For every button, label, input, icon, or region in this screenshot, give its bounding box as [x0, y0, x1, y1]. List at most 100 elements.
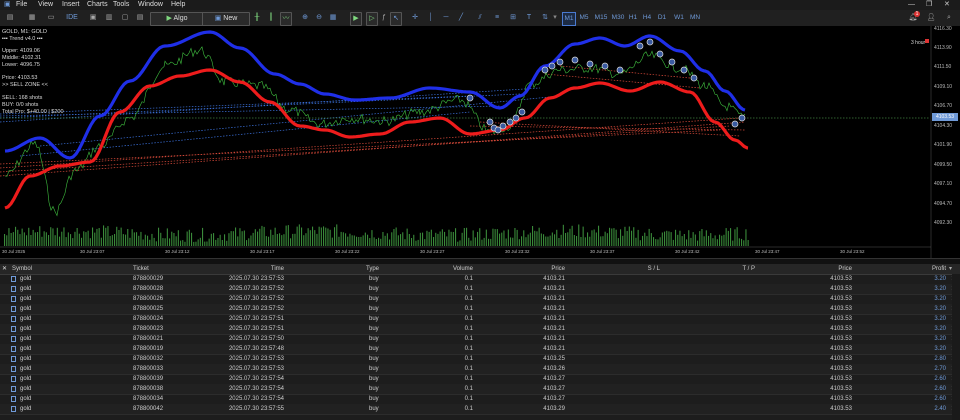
header-type[interactable]: Type	[366, 264, 379, 274]
trade-marker[interactable]	[556, 58, 564, 66]
autoscroll-icon[interactable]: ▶	[350, 12, 362, 26]
volume-bar	[177, 230, 179, 246]
menu-file[interactable]: File	[16, 0, 27, 10]
close-icon[interactable]: ✕	[944, 0, 950, 10]
volume-bar	[507, 229, 509, 246]
trade-marker[interactable]	[616, 66, 624, 74]
header-tp[interactable]: T / P	[715, 264, 755, 274]
menu-insert[interactable]: Insert	[62, 0, 80, 10]
table-row[interactable]: gold 878800042 2025.07.30 23:57:55 buy 0.1 41…	[0, 404, 960, 415]
header-ticket[interactable]: Ticket	[133, 264, 149, 274]
sort-desc-icon[interactable]: ▾	[949, 264, 952, 274]
header-profit[interactable]: Profit	[900, 264, 946, 274]
candlestick-icon[interactable]: ┃	[266, 12, 276, 24]
indicators-icon[interactable]: ƒ	[380, 12, 388, 24]
timeframe-mn[interactable]: MN	[689, 12, 701, 24]
ide-icon[interactable]: IDE	[66, 12, 78, 24]
volume-bar	[441, 229, 443, 246]
trade-marker[interactable]	[586, 60, 594, 68]
menu-tools[interactable]: Tools	[113, 0, 129, 10]
algo-trading-button[interactable]: ▶ Algo Trading	[150, 12, 204, 34]
cell-open-price: 4103.26	[543, 366, 565, 372]
chevron-down-icon[interactable]: ▾	[552, 12, 558, 24]
new-order-button[interactable]: ▣ New Order	[202, 12, 250, 34]
cursor-icon[interactable]: ↖	[390, 12, 402, 26]
price-tick: 4113.90	[934, 45, 952, 51]
timeframe-m15[interactable]: M15	[594, 12, 608, 24]
menu-charts[interactable]: Charts	[87, 0, 108, 10]
trendline-icon[interactable]: ╱	[456, 12, 466, 24]
trade-marker[interactable]	[506, 118, 514, 126]
trade-marker[interactable]	[512, 114, 520, 122]
app-icon: ▣	[4, 1, 11, 8]
volume-bar	[668, 231, 670, 246]
timeframe-h4[interactable]: H4	[642, 12, 652, 24]
header-sl[interactable]: S / L	[620, 264, 660, 274]
header-price[interactable]: Price	[520, 264, 565, 274]
grid-icon[interactable]: ▦	[328, 12, 338, 24]
menu-window[interactable]: Window	[138, 0, 163, 10]
volume-bar	[510, 237, 512, 246]
trade-marker[interactable]	[494, 126, 502, 134]
trade-marker[interactable]	[656, 50, 664, 58]
header-current-price[interactable]: Price	[810, 264, 852, 274]
line-chart-icon[interactable]: 〰	[280, 12, 292, 26]
trade-marker[interactable]	[571, 56, 579, 64]
trade-marker[interactable]	[738, 114, 746, 122]
middle-value: Middle: 4102.31	[2, 55, 42, 61]
text-icon[interactable]: T	[524, 12, 534, 24]
timeframe-m1[interactable]: M1	[562, 12, 576, 26]
trade-marker[interactable]	[548, 62, 556, 70]
timeframe-h1[interactable]: H1	[628, 12, 638, 24]
timeframe-d1[interactable]: D1	[657, 12, 667, 24]
trade-marker[interactable]	[486, 118, 494, 126]
header-symbol[interactable]: Symbol	[12, 264, 32, 274]
header-time[interactable]: Time	[230, 264, 284, 274]
folder-icon[interactable]: ▣	[88, 12, 98, 24]
trade-marker[interactable]	[466, 94, 474, 102]
trade-marker[interactable]	[636, 42, 644, 50]
menu-view[interactable]: View	[38, 0, 53, 10]
cell-open-price: 4103.21	[543, 336, 565, 342]
vertical-line-icon[interactable]: │	[426, 12, 436, 24]
shapes-icon[interactable]: ⊞	[508, 12, 518, 24]
profiles-icon[interactable]: ▦	[24, 12, 40, 24]
zoom-out-icon[interactable]: ⊖	[314, 12, 324, 24]
price-chart[interactable]: GOLD, M1: GOLD ▪▪▪ Trend v4.0 ▪▪▪ Upper:…	[0, 26, 960, 258]
minimize-icon[interactable]: —	[908, 0, 915, 10]
navigator-icon[interactable]: ▢	[120, 12, 130, 24]
trade-marker[interactable]	[499, 122, 507, 130]
trade-marker[interactable]	[646, 38, 654, 46]
trade-marker[interactable]	[731, 120, 739, 128]
table-scrollbar[interactable]	[952, 274, 960, 420]
trade-marker[interactable]	[541, 66, 549, 74]
horizontal-line-icon[interactable]: ─	[441, 12, 451, 24]
restore-icon[interactable]: ❐	[926, 0, 932, 10]
trade-marker[interactable]	[518, 108, 526, 116]
crosshair-icon[interactable]: ✛	[410, 12, 420, 24]
arrows-icon[interactable]: ⇅	[540, 12, 550, 24]
trade-marker[interactable]	[680, 66, 688, 74]
toolbox-close-icon[interactable]: ✕	[2, 264, 7, 274]
bar-chart-icon[interactable]: ╫	[252, 12, 262, 24]
volume-bar	[527, 234, 529, 246]
trade-marker[interactable]	[601, 62, 609, 70]
fibonacci-icon[interactable]: ≡	[492, 12, 502, 24]
new-chart-icon[interactable]: ▤	[4, 12, 16, 24]
chart-shift-icon[interactable]: ▷	[366, 12, 378, 26]
terminal-icon[interactable]: ▤	[135, 12, 145, 24]
trade-marker[interactable]	[668, 58, 676, 66]
menu-help[interactable]: Help	[171, 0, 185, 10]
data-window-icon[interactable]: ▥	[104, 12, 114, 24]
market-watch-icon[interactable]: ▭	[46, 12, 56, 24]
search-icon[interactable]: ⌕	[944, 12, 954, 24]
zoom-in-icon[interactable]: ⊕	[300, 12, 310, 24]
header-volume[interactable]: Volume	[430, 264, 473, 274]
channel-icon[interactable]: ⫽	[475, 12, 485, 24]
account-icon[interactable]: 👤︎	[926, 12, 936, 24]
trade-marker[interactable]	[690, 74, 698, 82]
timeframe-m30[interactable]: M30	[611, 12, 625, 24]
timeframe-w1[interactable]: W1	[673, 12, 685, 24]
timeframe-m5[interactable]: M5	[578, 12, 590, 24]
cell-ticket: 878800039	[133, 376, 164, 382]
